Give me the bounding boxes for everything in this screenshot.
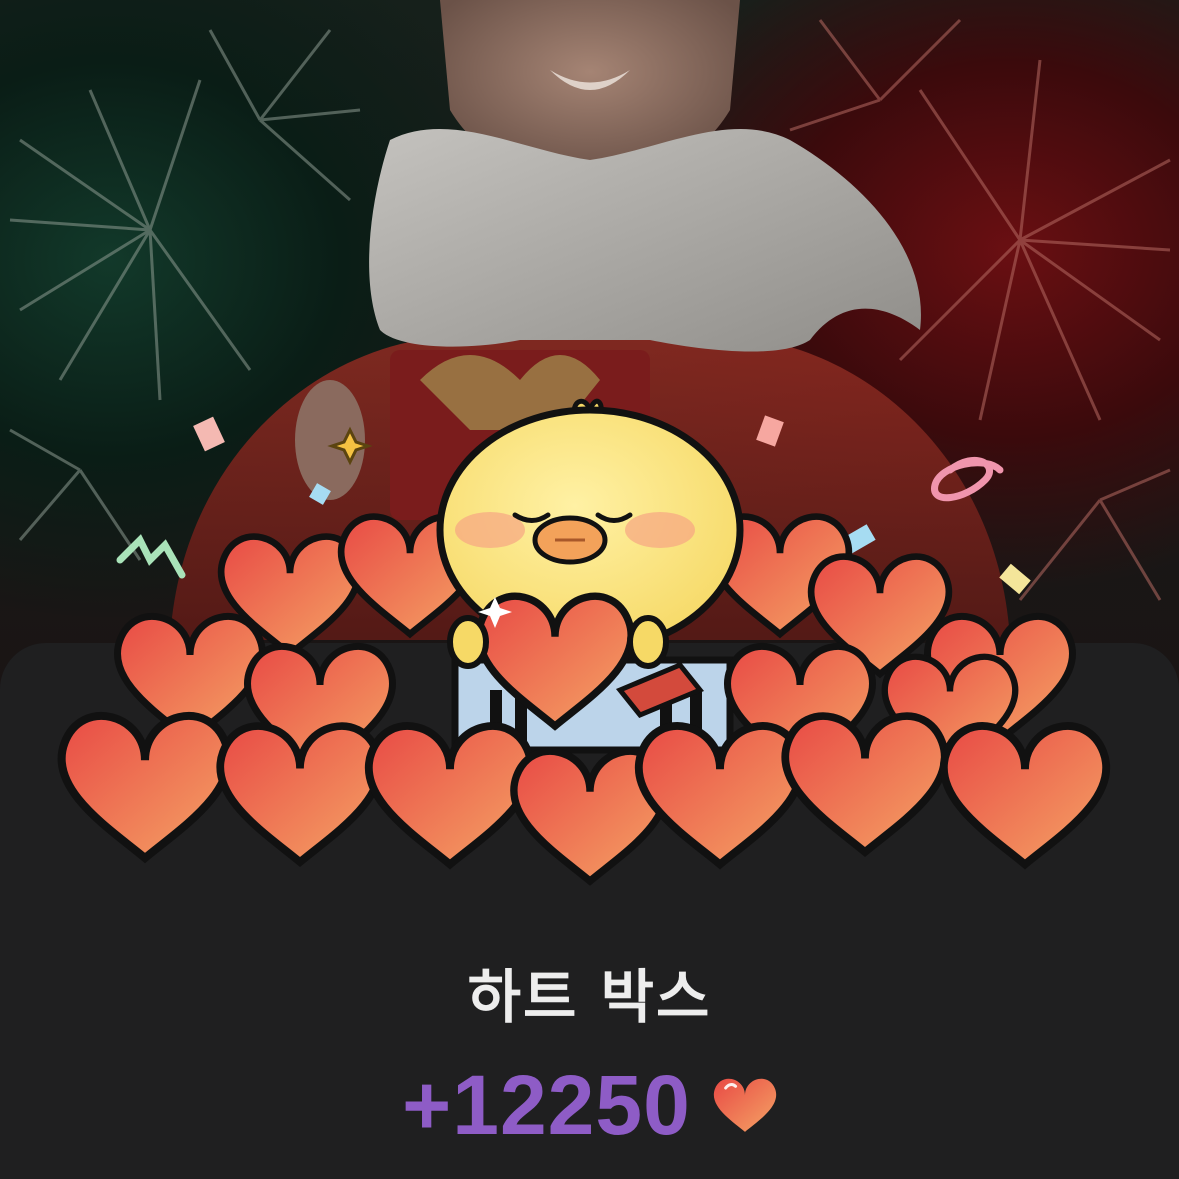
heart-icon	[713, 1076, 777, 1134]
reward-screen: 하트 박스 +12250	[0, 0, 1179, 1179]
reward-title: 하트 박스	[467, 963, 712, 1031]
reward-amount-row: +12250	[0, 1058, 1179, 1152]
reward-amount: +12250	[402, 1057, 691, 1152]
